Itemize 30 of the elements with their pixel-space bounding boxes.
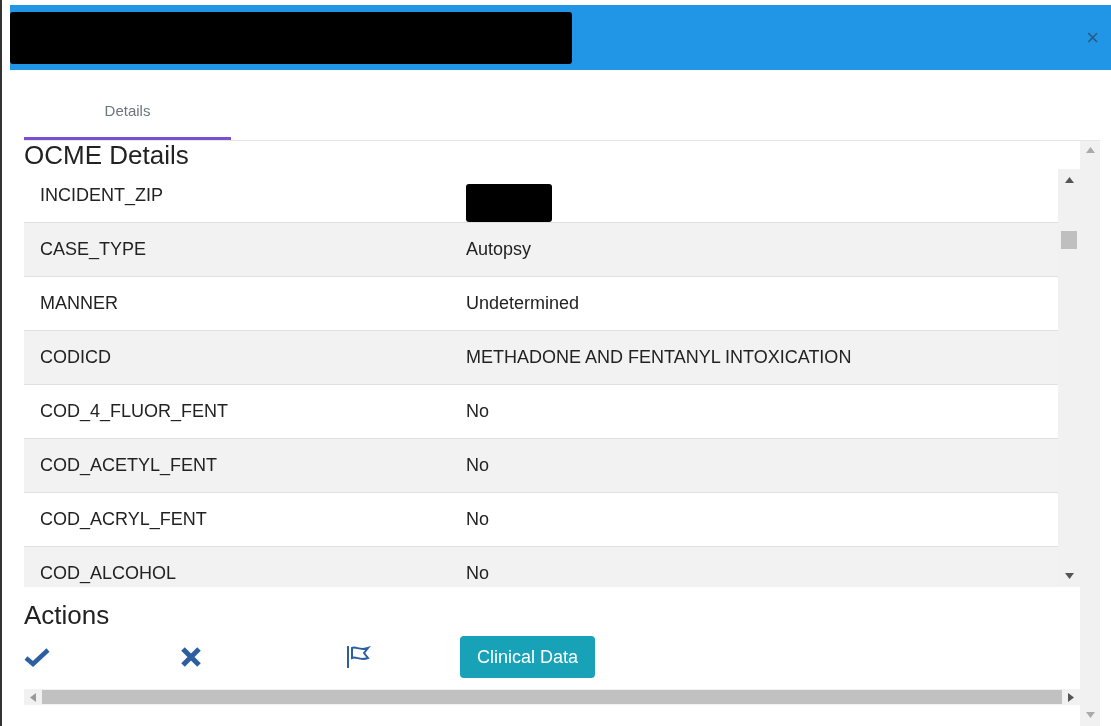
field-name: COD_ACRYL_FENT <box>39 509 208 530</box>
scrollbar[interactable] <box>1058 169 1080 587</box>
scroll-left-arrow-icon[interactable] <box>30 692 36 702</box>
field-value: Autopsy <box>466 239 532 260</box>
flag-icon[interactable] <box>346 645 372 669</box>
field-name: MANNER <box>39 293 119 314</box>
field-value: No <box>466 401 489 422</box>
close-button[interactable]: × <box>1082 24 1103 51</box>
field-value: No <box>466 455 489 476</box>
field-value: METHADONE AND FENTANYL INTOXICATION <box>466 347 852 368</box>
clinical-data-button[interactable]: Clinical Data <box>460 636 596 678</box>
field-name: COD_ACETYL_FENT <box>39 455 219 476</box>
field-name: CODICD <box>39 347 112 368</box>
field-name: COD_4_FLUOR_FENT <box>39 401 230 422</box>
close-icon[interactable] <box>180 647 202 667</box>
scroll-down-arrow-icon[interactable] <box>1064 573 1074 579</box>
field-name: CASE_TYPE <box>39 239 148 260</box>
field-value: No <box>466 509 489 530</box>
tab[interactable]: Details <box>24 96 231 140</box>
scrollbar[interactable] <box>24 689 1080 705</box>
field-value: No <box>466 563 489 584</box>
field-value: Undetermined <box>466 293 580 314</box>
scroll-up-arrow-icon[interactable] <box>1064 177 1074 183</box>
field-name: COD_ALCOHOL <box>39 563 178 584</box>
scroll-right-arrow-icon[interactable] <box>1068 692 1074 702</box>
field-name: INCIDENT_ZIP <box>39 185 164 206</box>
section-title: OCME Details <box>24 141 190 169</box>
section-title: Actions <box>24 601 111 629</box>
check-icon[interactable] <box>24 647 50 667</box>
scrollbar-thumb[interactable] <box>1061 231 1077 249</box>
